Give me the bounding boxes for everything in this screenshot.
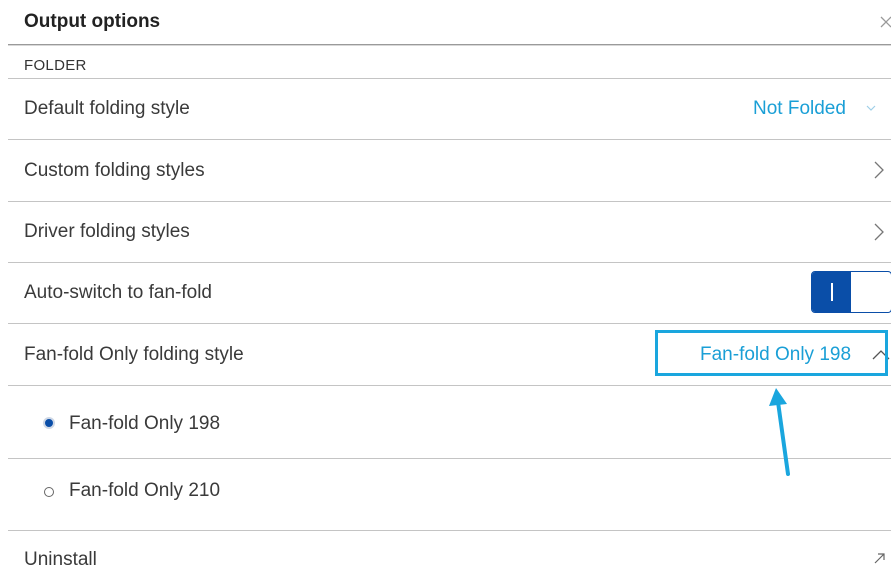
option-label: Fan-fold Only 210 (69, 480, 221, 501)
uninstall-label: Uninstall (24, 549, 97, 570)
fanfold-option-198[interactable]: Fan-fold Only 198 (8, 386, 891, 459)
option-label: Fan-fold Only 198 (69, 413, 221, 434)
driver-folding-row[interactable]: Driver folding styles (8, 202, 891, 263)
fanfold-only-label: Fan-fold Only folding style (24, 344, 244, 365)
default-folding-row[interactable]: Default folding style Not Folded (8, 79, 891, 140)
dialog-title: Output options (24, 11, 161, 32)
chevron-right-icon[interactable] (868, 221, 890, 243)
uninstall-row[interactable]: Uninstall (8, 531, 891, 570)
auto-switch-label: Auto-switch to fan-fold (24, 282, 212, 303)
chevron-right-icon[interactable] (868, 159, 890, 181)
section-header: FOLDER (8, 45, 891, 79)
auto-switch-row: Auto-switch to fan-fold (8, 263, 891, 324)
toggle-on-indicator (831, 283, 833, 301)
annotation-arrow-icon (769, 388, 790, 476)
close-icon[interactable] (877, 13, 891, 31)
driver-folding-label: Driver folding styles (24, 221, 190, 242)
dialog-header: Output options (8, 0, 891, 45)
custom-folding-label: Custom folding styles (24, 160, 205, 181)
radio-selected[interactable] (43, 417, 55, 429)
radio-unselected[interactable] (44, 487, 54, 497)
default-folding-label: Default folding style (24, 98, 190, 119)
auto-switch-toggle[interactable] (811, 271, 891, 313)
custom-folding-row[interactable]: Custom folding styles (8, 140, 891, 202)
toggle-on-segment (812, 272, 851, 312)
highlight-box (655, 330, 888, 376)
chevron-down-icon[interactable] (864, 101, 886, 123)
fanfold-option-210[interactable]: Fan-fold Only 210 (8, 459, 891, 531)
default-folding-value[interactable]: Not Folded (753, 98, 846, 120)
section-label: FOLDER (24, 57, 87, 74)
